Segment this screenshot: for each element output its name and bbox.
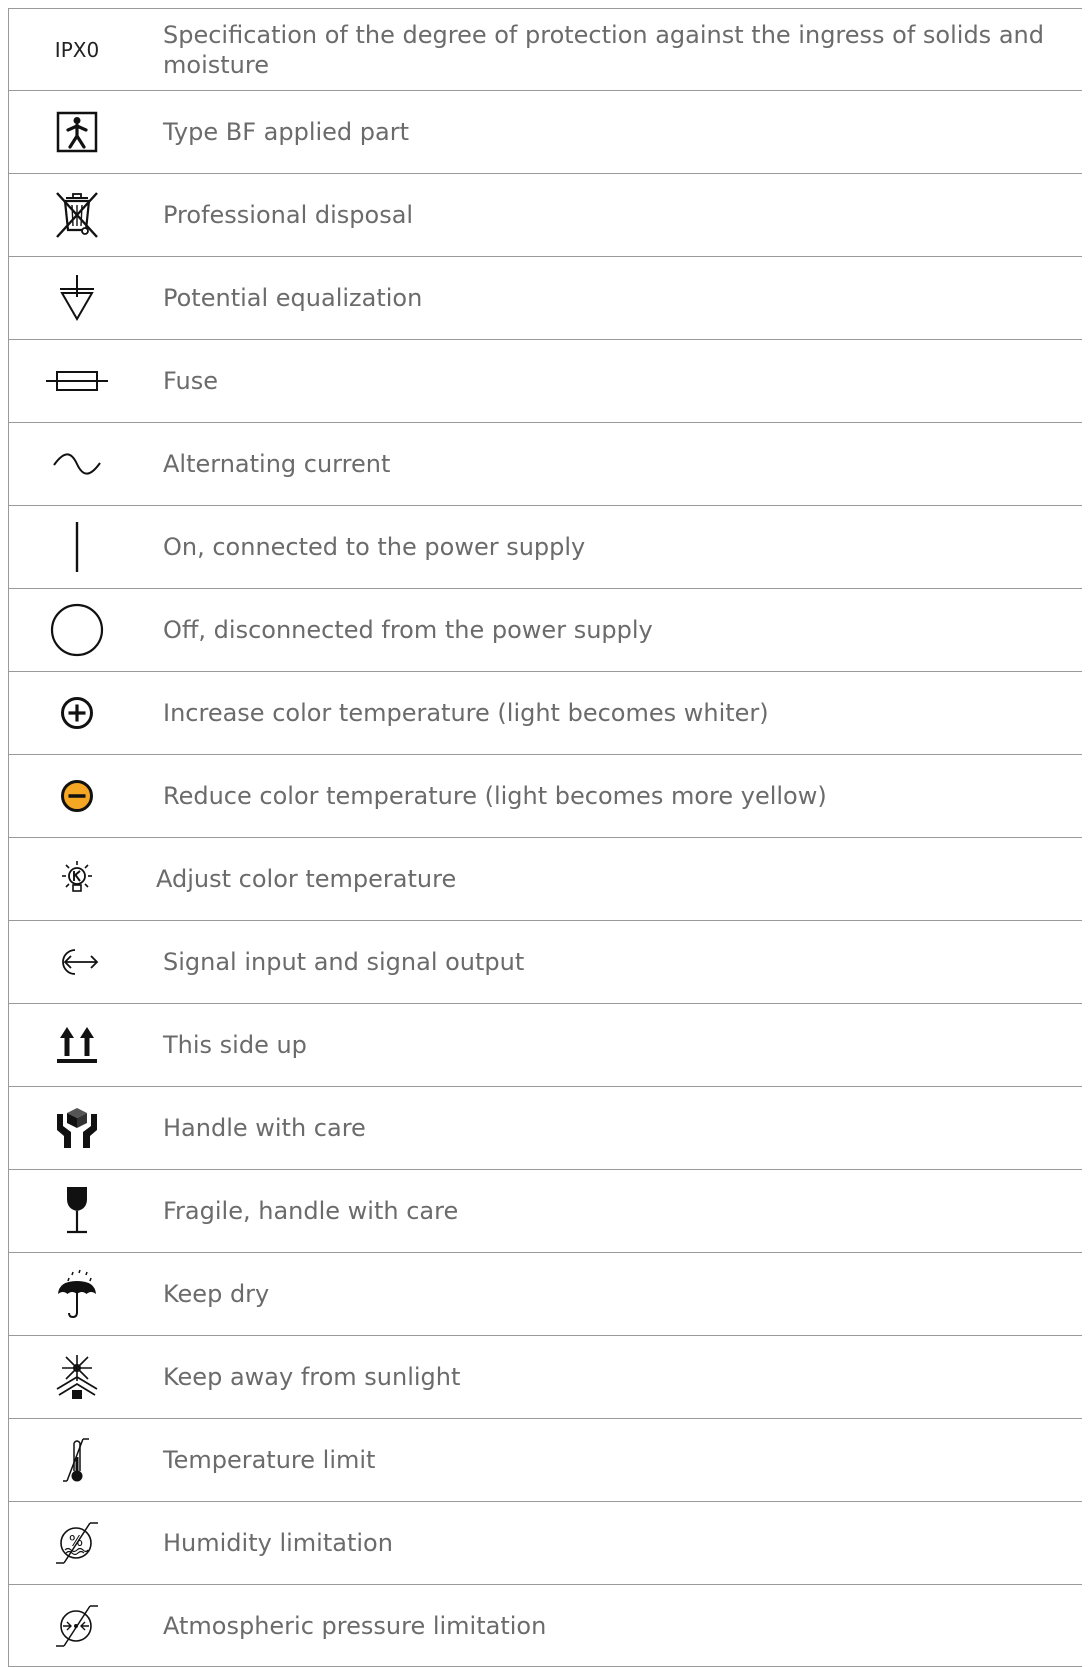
description-cell: Keep dry	[145, 1252, 1082, 1336]
description-cell: This side up	[145, 1003, 1082, 1087]
fuse-icon	[46, 371, 108, 391]
symbol-cell	[8, 671, 145, 755]
symbol-cell	[8, 1086, 145, 1170]
description-cell: Signal input and signal output	[145, 920, 1082, 1004]
handle-with-care-icon	[57, 1108, 97, 1148]
alternating-current-icon	[53, 453, 101, 475]
color-temperature-icon	[62, 861, 92, 892]
description-cell: Type BF applied part	[145, 90, 1082, 174]
table-row: Alternating current	[8, 422, 1082, 506]
description-cell: Increase color temperature (light become…	[145, 671, 1082, 755]
symbol-cell	[8, 920, 145, 1004]
plus-circle-icon	[61, 697, 93, 729]
table-row: Off, disconnected from the power supply	[8, 588, 1082, 672]
symbol-cell	[8, 505, 145, 589]
description-cell: Fuse	[145, 339, 1082, 423]
atmospheric-pressure-icon	[56, 1604, 98, 1647]
description-cell: Reduce color temperature (light becomes …	[145, 754, 1082, 838]
description-cell: Fragile, handle with care	[145, 1169, 1082, 1253]
description-cell: Keep away from sunlight	[145, 1335, 1082, 1419]
symbol-cell	[8, 837, 145, 921]
ipx0-code: IPX0	[54, 37, 100, 62]
keep-dry-icon	[58, 1269, 96, 1319]
description-cell: Humidity limitation	[145, 1501, 1082, 1585]
table-row: IPX0 Specification of the degree of prot…	[8, 8, 1082, 91]
table-row: Handle with care	[8, 1086, 1082, 1170]
symbol-cell	[8, 1584, 145, 1667]
power-on-icon	[75, 522, 79, 572]
power-off-icon	[50, 603, 104, 657]
description-cell: Atmospheric pressure limitation	[145, 1584, 1082, 1667]
table-row: % Humidity limitation	[8, 1501, 1082, 1585]
symbol-cell	[8, 754, 145, 838]
table-row: Atmospheric pressure limitation	[8, 1584, 1082, 1667]
equipotential-icon	[60, 275, 94, 322]
symbol-cell: IPX0	[8, 8, 145, 91]
table-row: Type BF applied part	[8, 90, 1082, 174]
table-row: Adjust color temperature	[8, 837, 1082, 921]
table-row: Increase color temperature (light become…	[8, 671, 1082, 755]
description-cell: Handle with care	[145, 1086, 1082, 1170]
table-row: Professional disposal	[8, 173, 1082, 257]
symbol-cell	[8, 1418, 145, 1502]
table-row: Keep dry	[8, 1252, 1082, 1336]
crossed-out-bin-icon	[56, 192, 98, 238]
symbol-cell	[8, 1252, 145, 1336]
description-cell: Temperature limit	[145, 1418, 1082, 1502]
description-cell: Off, disconnected from the power supply	[145, 588, 1082, 672]
description-cell: Professional disposal	[145, 173, 1082, 257]
table-row: Keep away from sunlight	[8, 1335, 1082, 1419]
temperature-limit-icon	[63, 1438, 89, 1482]
svg-text:%: %	[69, 1532, 83, 1550]
description-cell: Adjust color temperature	[145, 837, 1082, 921]
table-row: Signal input and signal output	[8, 920, 1082, 1004]
symbol-cell: %	[8, 1501, 145, 1585]
description-cell: Specification of the degree of protectio…	[145, 8, 1082, 91]
humidity-limitation-icon: %	[56, 1522, 98, 1564]
minus-circle-icon	[61, 780, 93, 812]
table-row: This side up	[8, 1003, 1082, 1087]
signal-io-icon	[62, 949, 99, 975]
symbol-cell	[8, 1169, 145, 1253]
fragile-icon	[67, 1187, 87, 1234]
table-row: Reduce color temperature (light becomes …	[8, 754, 1082, 838]
description-cell: Potential equalization	[145, 256, 1082, 340]
type-bf-applied-part-icon	[56, 111, 98, 153]
table-row: Temperature limit	[8, 1418, 1082, 1502]
symbol-cell	[8, 339, 145, 423]
symbol-cell	[8, 422, 145, 506]
keep-away-from-sunlight-icon	[56, 1355, 98, 1399]
symbol-cell	[8, 173, 145, 257]
symbol-table: IPX0 Specification of the degree of prot…	[8, 8, 1082, 1667]
table-row: Fragile, handle with care	[8, 1169, 1082, 1253]
table-row: On, connected to the power supply	[8, 505, 1082, 589]
symbol-cell	[8, 256, 145, 340]
symbol-cell	[8, 90, 145, 174]
this-side-up-icon	[57, 1027, 97, 1063]
description-cell: Alternating current	[145, 422, 1082, 506]
symbol-cell	[8, 1335, 145, 1419]
symbol-cell	[8, 588, 145, 672]
symbol-cell	[8, 1003, 145, 1087]
table-row: Potential equalization	[8, 256, 1082, 340]
description-cell: On, connected to the power supply	[145, 505, 1082, 589]
table-row: Fuse	[8, 339, 1082, 423]
